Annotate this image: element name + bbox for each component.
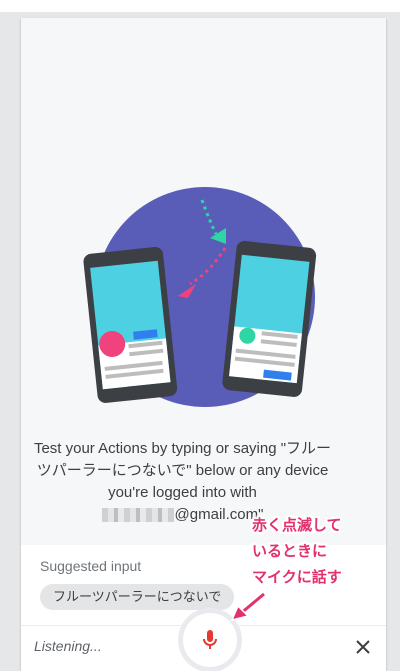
suggested-input-title: Suggested input <box>40 558 142 574</box>
mic-icon <box>203 630 217 649</box>
input-bar: Listening... <box>21 613 386 671</box>
intro-line-1: Test your Actions by typing or saying "フ… <box>33 440 332 457</box>
redacted-email <box>101 508 174 523</box>
annotation-line-1: 赤く点滅して <box>252 517 342 534</box>
close-button[interactable] <box>351 635 375 659</box>
annotation-arrow <box>230 592 266 622</box>
annotation-line-3: マイクに話す <box>252 569 342 586</box>
suggestion-chip[interactable]: フルーツパーラーにつないで <box>40 584 235 610</box>
close-icon <box>356 640 370 654</box>
annotation-note: 赤く点滅して いるときに マイクに話す <box>252 513 392 591</box>
intro-line-2: ツパーラーにつないで" below or any device <box>36 462 329 479</box>
app-frame: Test your Actions by typing or saying "フ… <box>0 0 400 671</box>
annotation-line-2: いるときに <box>252 543 328 560</box>
email-suffix: @gmail.com" <box>174 506 264 523</box>
top-bar <box>0 0 400 12</box>
listening-status: Listening... <box>34 638 102 654</box>
right-phone <box>222 240 317 397</box>
intro-line-3: you're logged into with <box>108 484 257 501</box>
left-phone <box>83 247 178 403</box>
phones-illustration <box>83 187 317 407</box>
